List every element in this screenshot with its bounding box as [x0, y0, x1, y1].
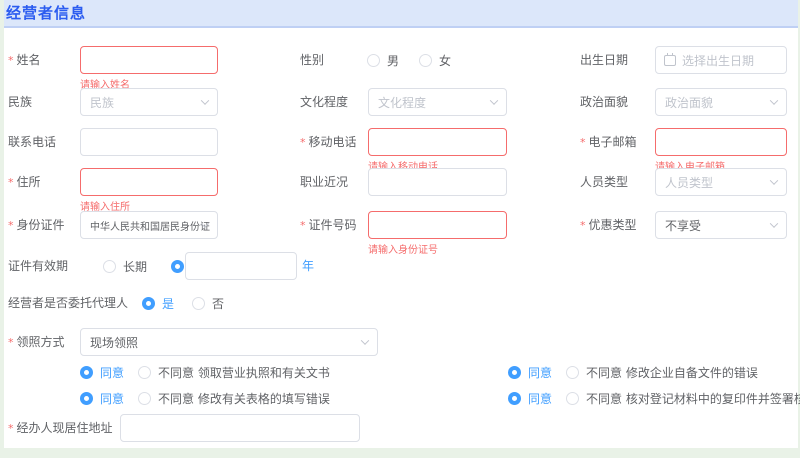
agree-radio[interactable]: 同意 [80, 390, 124, 407]
radio-circle-icon [419, 54, 432, 67]
discount-type-select[interactable]: 不享受 [655, 211, 787, 239]
name-label: 姓名 [8, 46, 41, 75]
agent-entrust-radio-group: 是 否 [142, 289, 224, 317]
radio-circle-icon [171, 260, 184, 273]
calendar-icon [664, 55, 676, 66]
entrust-yes-radio[interactable]: 是 [142, 295, 174, 312]
chevron-down-icon [490, 96, 498, 104]
id-validity-radio-group: 长期 [103, 252, 191, 280]
id-validity-label: 证件有效期 [8, 252, 68, 280]
address-input[interactable] [80, 168, 218, 196]
address-label: 住所 [8, 168, 41, 197]
radio-circle-icon [367, 54, 380, 67]
occupation-label: 职业近况 [300, 168, 348, 196]
radio-circle-icon [103, 260, 116, 273]
gender-radio-group: 男 女 [367, 46, 451, 74]
agreement-row-1-left: 同意 不同意 领取营业执照和有关文书 [80, 358, 330, 386]
discount-type-label: 优惠类型 [580, 211, 637, 240]
operator-info-panel: 经营者信息 姓名 请输入姓名 性别 男 女 出生日期 选择出生日期 民族 民族 … [4, 0, 798, 448]
validity-longterm-radio[interactable]: 长期 [103, 258, 147, 275]
disagree-radio[interactable]: 不同意 核对登记材料中的复印件并签署核对意见 [566, 390, 800, 407]
entrust-no-radio[interactable]: 否 [192, 295, 224, 312]
agent-entrust-label: 经营者是否委托代理人 [8, 289, 128, 317]
radio-circle-icon [508, 392, 521, 405]
gender-male-radio[interactable]: 男 [367, 52, 399, 69]
section-header: 经营者信息 [4, 0, 798, 28]
birth-date-placeholder: 选择出生日期 [682, 52, 754, 69]
chevron-down-icon [770, 219, 778, 227]
id-type-label: 身份证件 [8, 211, 65, 240]
person-type-label: 人员类型 [580, 168, 628, 196]
birth-date-label: 出生日期 [580, 46, 628, 74]
radio-circle-icon [142, 297, 155, 310]
name-input[interactable] [80, 46, 218, 74]
agent-address-input[interactable] [120, 414, 360, 442]
disagree-radio[interactable]: 不同意 修改有关表格的填写错误 [138, 390, 330, 407]
mobile-phone-input[interactable] [368, 128, 507, 156]
disagree-radio[interactable]: 不同意 领取营业执照和有关文书 [138, 364, 330, 381]
radio-circle-icon [138, 392, 151, 405]
agree-radio[interactable]: 同意 [508, 390, 552, 407]
contact-phone-input[interactable] [80, 128, 218, 156]
gender-label: 性别 [300, 46, 324, 74]
chevron-down-icon [361, 336, 369, 344]
radio-circle-icon [566, 392, 579, 405]
political-status-select[interactable]: 政治面貌 [655, 88, 787, 116]
agree-radio[interactable]: 同意 [80, 364, 124, 381]
radio-circle-icon [80, 392, 93, 405]
validity-years-input[interactable] [185, 252, 297, 280]
agent-address-label: 经办人现居住地址 [8, 414, 113, 443]
ethnicity-select[interactable]: 民族 [80, 88, 218, 116]
occupation-input[interactable] [368, 168, 507, 196]
agreement-row-2-left: 同意 不同意 修改有关表格的填写错误 [80, 384, 330, 412]
radio-circle-icon [566, 366, 579, 379]
person-type-select[interactable]: 人员类型 [655, 168, 787, 196]
email-input[interactable] [655, 128, 787, 156]
contact-phone-label: 联系电话 [8, 128, 56, 156]
validity-year-unit: 年 [302, 252, 314, 280]
id-number-error: 请输入身份证号 [368, 241, 438, 256]
education-select[interactable]: 文化程度 [368, 88, 507, 116]
gender-female-radio[interactable]: 女 [419, 52, 451, 69]
agree-radio[interactable]: 同意 [508, 364, 552, 381]
birth-date-picker[interactable]: 选择出生日期 [655, 46, 787, 74]
radio-circle-icon [192, 297, 205, 310]
agreement-row-1-right: 同意 不同意 修改企业自备文件的错误 [508, 358, 758, 386]
license-method-select[interactable]: 现场领照 [80, 328, 378, 356]
email-label: 电子邮箱 [580, 128, 637, 157]
ethnicity-label: 民族 [8, 88, 32, 116]
education-label: 文化程度 [300, 88, 348, 116]
chevron-down-icon [201, 96, 209, 104]
agreement-row-2-right: 同意 不同意 核对登记材料中的复印件并签署核对意见 [508, 384, 800, 412]
disagree-radio[interactable]: 不同意 修改企业自备文件的错误 [566, 364, 758, 381]
id-number-input[interactable] [368, 211, 507, 239]
license-method-label: 领照方式 [8, 328, 65, 357]
chevron-down-icon [770, 96, 778, 104]
radio-circle-icon [138, 366, 151, 379]
political-status-label: 政治面貌 [580, 88, 628, 116]
section-title: 经营者信息 [6, 2, 86, 23]
radio-circle-icon [508, 366, 521, 379]
mobile-phone-label: 移动电话 [300, 128, 357, 157]
radio-circle-icon [80, 366, 93, 379]
chevron-down-icon [770, 176, 778, 184]
id-number-label: 证件号码 [300, 211, 357, 240]
id-type-select[interactable]: 中华人民共和国居民身份证 [80, 211, 218, 239]
